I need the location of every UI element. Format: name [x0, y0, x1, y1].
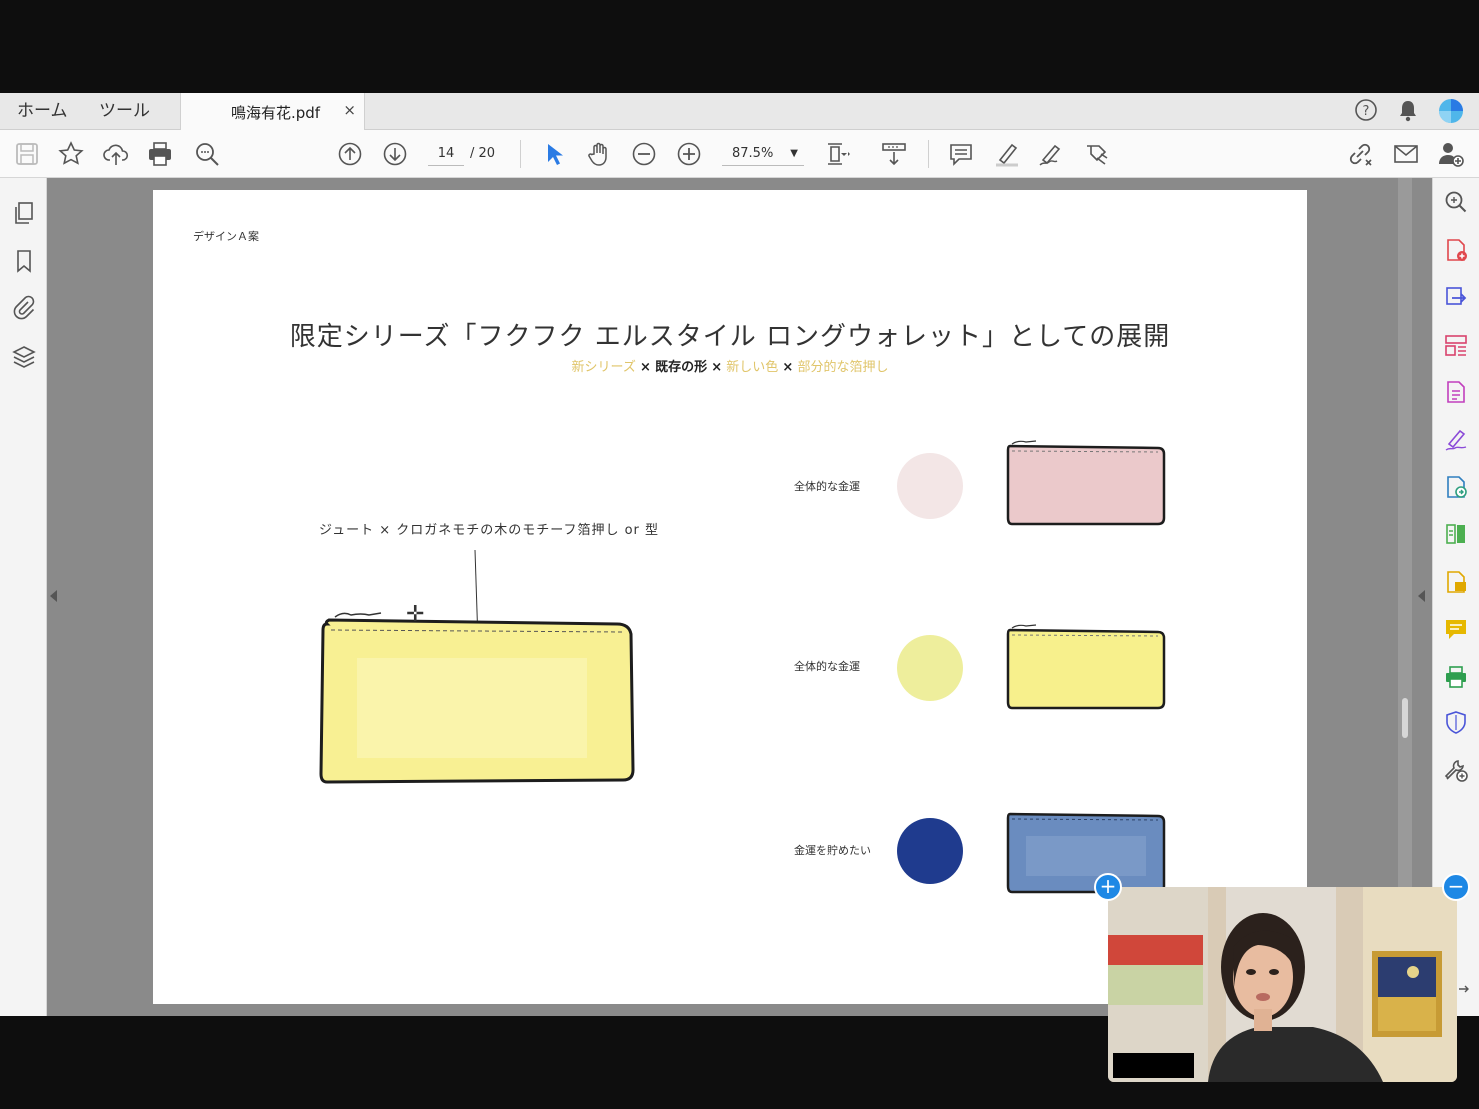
bookmark-icon[interactable] — [11, 248, 37, 274]
scroll-mode-icon[interactable] — [880, 140, 908, 168]
toolbar-divider — [928, 140, 929, 168]
organize-icon[interactable] — [1443, 332, 1469, 358]
svg-text:?: ? — [1363, 104, 1370, 119]
right-panel-collapse-icon[interactable] — [1418, 590, 1425, 602]
tab-document[interactable]: 鳴海有花.pdf × — [180, 93, 365, 130]
subtitle-times: × — [640, 360, 651, 375]
subtitle-new-color: 新しい色 — [726, 360, 779, 375]
share-file-icon[interactable] — [1443, 569, 1469, 595]
comment-tool-icon[interactable] — [1443, 616, 1469, 642]
select-cursor-icon[interactable] — [540, 140, 568, 168]
more-tools-icon[interactable] — [1443, 757, 1469, 783]
color-swatch-pink — [897, 453, 963, 519]
participant-name-redaction — [1113, 1053, 1194, 1078]
subtitle-new-series: 新シリーズ — [571, 360, 636, 375]
wallet-thumbnail-denim — [1006, 812, 1166, 894]
cursor-crosshair-icon: ✛ — [406, 602, 425, 627]
link-icon[interactable] — [1346, 140, 1374, 168]
avatar[interactable] — [1438, 98, 1464, 128]
protect-icon[interactable] — [1443, 709, 1469, 735]
pages-icon[interactable] — [11, 200, 37, 226]
close-tab-button[interactable]: × — [343, 101, 356, 119]
search-zoom-icon[interactable] — [1443, 189, 1469, 215]
arrow-right-icon[interactable] — [1457, 981, 1471, 995]
share-icon[interactable] — [1083, 140, 1111, 168]
video-minimize-button[interactable]: − — [1442, 873, 1470, 901]
main-wallet-illustration — [319, 549, 635, 784]
document-tab-label: 鳴海有花.pdf — [231, 104, 321, 122]
main-toolbar: 14 / 20 87.5% ▼ — [0, 130, 1479, 178]
hand-icon[interactable] — [585, 140, 613, 168]
subtitle-foil-stamp: 部分的な箔押し — [797, 360, 889, 375]
video-call-window[interactable] — [1108, 887, 1457, 1082]
top-letterbox — [0, 0, 1479, 93]
zoom-out-icon[interactable] — [630, 140, 658, 168]
email-icon[interactable] — [1392, 140, 1420, 168]
fill-sign-icon[interactable] — [1443, 426, 1469, 452]
row-label-1: 全体的な金運 — [794, 480, 860, 493]
layers-icon[interactable] — [11, 344, 37, 370]
create-pdf-icon[interactable] — [1443, 237, 1469, 263]
pdf-page: デザインＡ案 限定シリーズ「フクフク エルスタイル ロングウォレット」としての展… — [153, 190, 1307, 1004]
wallet-thumbnail-yellow — [1006, 624, 1166, 710]
send-review-icon[interactable] — [1443, 474, 1469, 500]
subtitle-times: × — [782, 360, 794, 375]
color-swatch-navy — [897, 818, 963, 884]
star-icon[interactable] — [57, 140, 85, 168]
export-pdf-icon[interactable] — [1443, 284, 1469, 310]
motif-label: ジュート × クロガネモチの木のモチーフ箔押し or 型 — [319, 523, 660, 538]
comment-icon[interactable] — [947, 140, 975, 168]
page-up-icon[interactable] — [336, 140, 364, 168]
toolbar-divider — [520, 140, 521, 168]
page-down-icon[interactable] — [381, 140, 409, 168]
left-navigation-panel — [0, 178, 47, 1016]
fit-page-icon[interactable] — [823, 140, 851, 168]
page-header-label: デザインＡ案 — [193, 230, 259, 243]
subtitle-times: × — [711, 360, 723, 375]
page-total: / 20 — [470, 146, 496, 161]
zoom-search-icon[interactable] — [193, 140, 221, 168]
sign-icon[interactable] — [1037, 140, 1065, 168]
edit-pdf-icon[interactable] — [1443, 379, 1469, 405]
page-number-input[interactable]: 14 — [428, 142, 464, 166]
help-icon[interactable]: ? — [1354, 98, 1378, 126]
chevron-down-icon: ▼ — [790, 148, 798, 159]
zoom-level-select[interactable]: 87.5% ▼ — [722, 142, 804, 166]
row-label-3: 金運を貯めたい — [794, 844, 871, 857]
left-panel-collapse-icon[interactable] — [50, 590, 57, 602]
print-icon[interactable] — [146, 140, 174, 168]
tab-home[interactable]: ホーム — [17, 93, 68, 129]
zoom-in-icon[interactable] — [675, 140, 703, 168]
row-label-2: 全体的な金運 — [794, 660, 860, 673]
wallet-thumbnail-pink — [1006, 440, 1166, 526]
attachment-icon[interactable] — [11, 294, 37, 320]
add-user-icon[interactable] — [1437, 140, 1465, 168]
compare-icon[interactable] — [1443, 521, 1469, 547]
subtitle-existing-shape: 既存の形 — [655, 360, 708, 375]
video-expand-button[interactable]: + — [1094, 873, 1122, 901]
page-title: 限定シリーズ「フクフク エルスタイル ロングウォレット」としての展開 — [289, 322, 1171, 352]
save-icon[interactable] — [13, 140, 41, 168]
bottom-letterbox — [0, 1016, 1108, 1109]
highlight-icon[interactable] — [993, 140, 1021, 168]
print-production-icon[interactable] — [1443, 664, 1469, 690]
color-swatch-yellow — [897, 635, 963, 701]
zoom-level-value: 87.5% — [732, 146, 774, 161]
page-subtitle: 新シリーズ × 既存の形 × 新しい色 × 部分的な箔押し — [153, 356, 1307, 375]
tab-tools[interactable]: ツール — [99, 93, 150, 129]
tab-bar: ホーム ツール 鳴海有花.pdf × ? — [0, 93, 1479, 130]
upload-icon[interactable] — [102, 140, 130, 168]
scrollbar-thumb[interactable] — [1402, 698, 1408, 738]
bell-icon[interactable] — [1397, 99, 1419, 127]
